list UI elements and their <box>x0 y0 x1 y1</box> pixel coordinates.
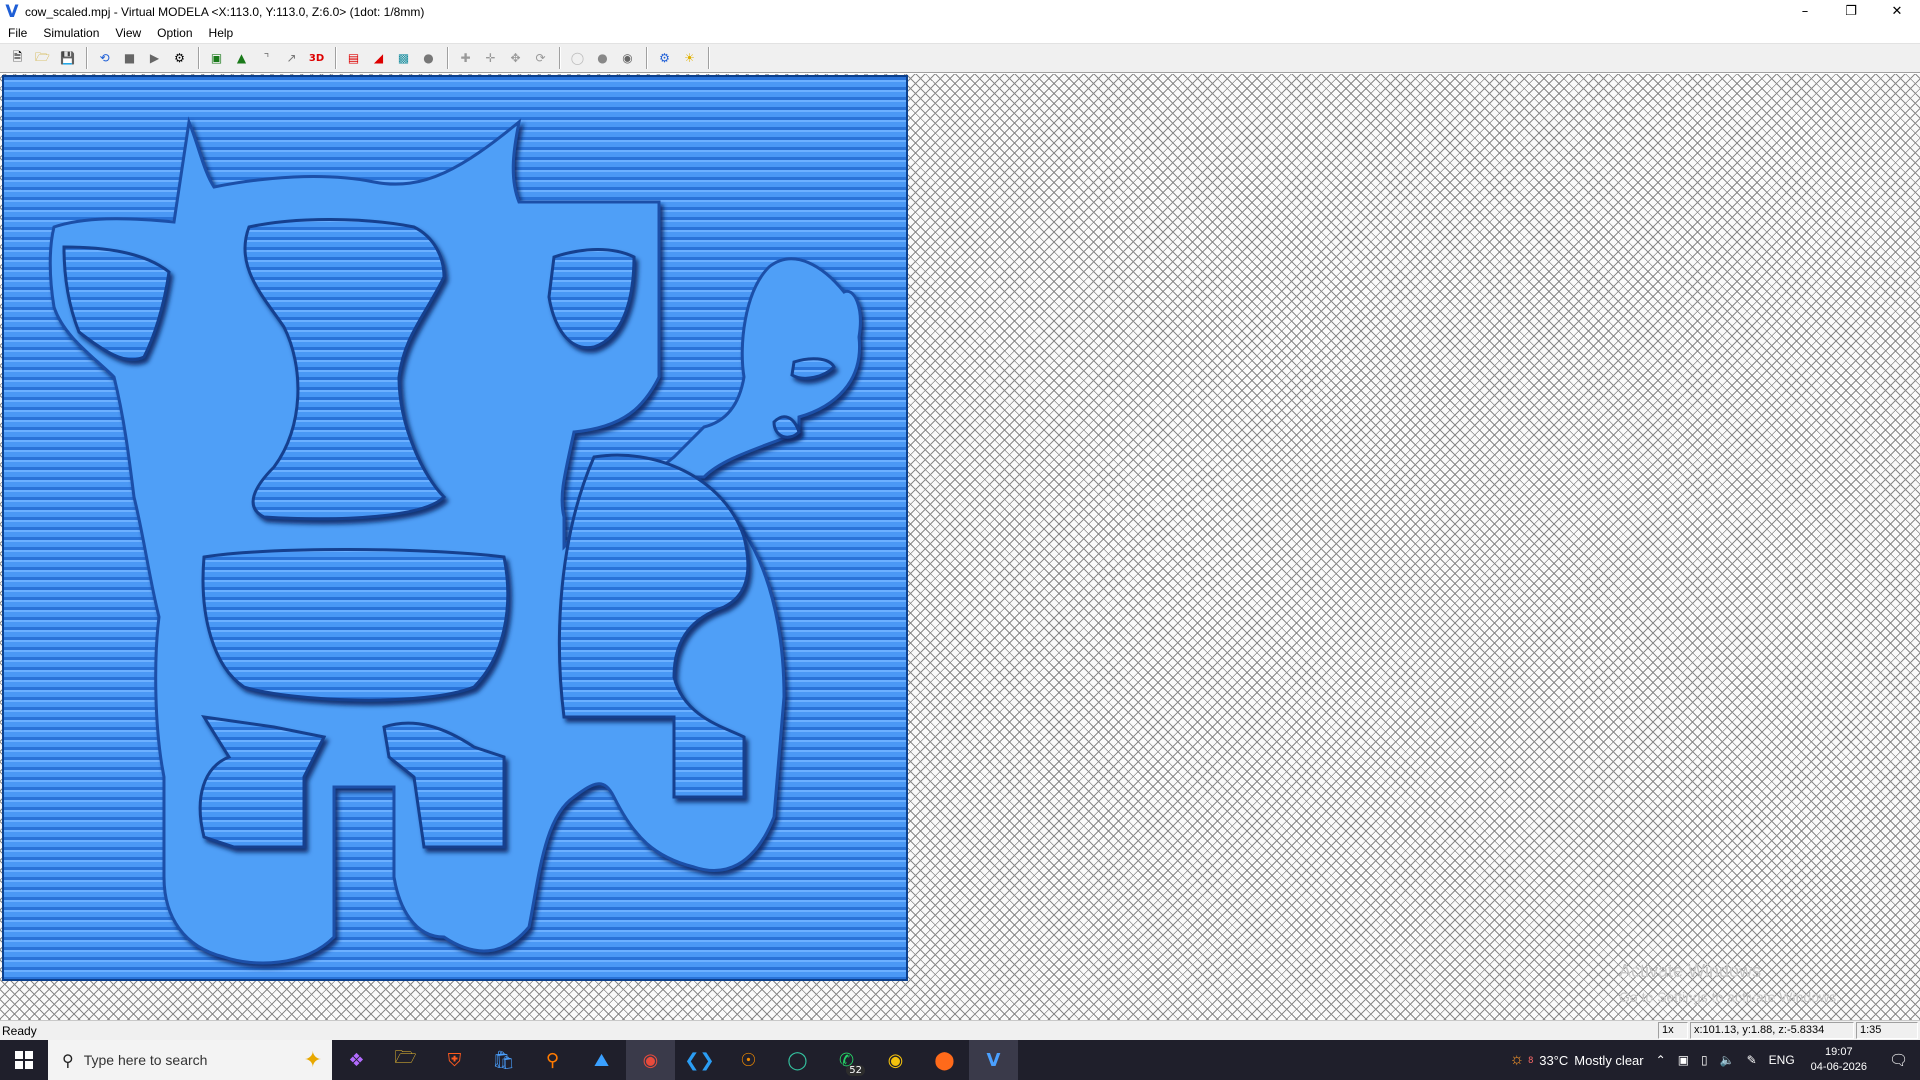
language-indicator[interactable]: ENG <box>1763 1053 1801 1067</box>
edge-icon[interactable]: ◯ <box>773 1040 822 1080</box>
reload-icon[interactable]: ⟲ <box>93 47 116 70</box>
weather-text: Mostly clear <box>1574 1052 1644 1068</box>
clock[interactable]: 19:07 04-06-2026 <box>1801 1045 1877 1075</box>
whatsapp-icon[interactable]: ✆ 52 <box>822 1040 871 1080</box>
minimize-button[interactable]: – <box>1782 0 1828 23</box>
settings-icon[interactable]: ⚙ <box>653 47 676 70</box>
photos-icon[interactable]: ⛰ <box>577 1040 626 1080</box>
status-bar: Ready 1x x:101.13, y:1.88, z:-5.8334 1:3… <box>0 1020 1920 1040</box>
view-top-icon[interactable]: ▣ <box>205 47 228 70</box>
3d-view-icon[interactable]: 3D <box>305 47 328 70</box>
menu-option[interactable]: Option <box>149 23 200 43</box>
search-app-icon[interactable]: ⚲ <box>528 1040 577 1080</box>
watermark-line1: Activate Windows <box>1619 961 1762 981</box>
color-icon[interactable]: ◢ <box>367 47 390 70</box>
blender-icon[interactable]: ☉ <box>724 1040 773 1080</box>
taskbar: ⚲ Type here to search ✦ ❖ 🗁 ⛨ 🛍 ⚲ ⛰ ◉ ❮❯… <box>0 1040 1920 1080</box>
search-icon: ⚲ <box>62 1050 74 1070</box>
model-3d-view[interactable] <box>2 75 908 981</box>
pen-icon[interactable]: ✎ <box>1741 1053 1763 1067</box>
workspace[interactable]: Activate Windows Go to Settings to activ… <box>0 74 1920 1020</box>
step-icon[interactable]: ⚙ <box>168 47 191 70</box>
file-explorer-icon[interactable]: 🗁 <box>381 1040 430 1080</box>
weather-icon: ☼ <box>1509 1051 1525 1068</box>
stop-icon[interactable]: ■ <box>118 47 141 70</box>
cow-leg-spot-left <box>198 715 327 849</box>
light3-icon[interactable]: ◉ <box>616 47 639 70</box>
weather-temp: 33°C <box>1539 1052 1569 1068</box>
close-button[interactable]: ✕ <box>1874 0 1920 23</box>
restore-button[interactable]: ❐ <box>1828 0 1874 23</box>
sun-icon[interactable]: ☀ <box>678 47 701 70</box>
menu-file[interactable]: File <box>0 23 35 43</box>
start-button[interactable] <box>0 1040 48 1080</box>
fit-icon[interactable]: ▩ <box>392 47 415 70</box>
path2-icon[interactable]: ↗ <box>280 47 303 70</box>
clock-time: 19:07 <box>1825 1046 1853 1058</box>
menu-bar: File Simulation View Option Help <box>0 23 1920 43</box>
path-icon[interactable]: ⌝ <box>255 47 278 70</box>
status-text: Ready <box>2 1024 37 1038</box>
chrome-icon[interactable]: ◉ <box>871 1040 920 1080</box>
section-icon[interactable]: ▤ <box>342 47 365 70</box>
system-tray: ☼ 8 33°C Mostly clear ⌃ ▣ ▯ 🔈 ✎ ENG 19:0… <box>1504 1040 1920 1080</box>
zoom-out-icon[interactable]: ✛ <box>479 47 502 70</box>
status-zoom: 1x <box>1658 1022 1688 1039</box>
menu-simulation[interactable]: Simulation <box>35 23 107 43</box>
toolbar: 🗎 🗁 💾 ⟲ ■ ▶ ⚙ ▣ ▲ ⌝ ↗ 3D ▤ ◢ ▩ ● ✚ ✛ ✥ ⟳… <box>0 43 1920 73</box>
sphere-icon[interactable]: ● <box>417 47 440 70</box>
light2-icon[interactable]: ● <box>591 47 614 70</box>
meet-now-icon[interactable]: ▣ <box>1672 1053 1695 1067</box>
save-icon[interactable]: 💾 <box>56 47 79 70</box>
store-icon[interactable]: 🛍 <box>479 1040 528 1080</box>
status-scale: 1:35 <box>1856 1022 1918 1039</box>
cow-model-render <box>4 77 906 979</box>
weather-badge: 8 <box>1528 1055 1534 1065</box>
menu-view[interactable]: View <box>107 23 149 43</box>
orange-app-icon[interactable]: ⬤ <box>920 1040 969 1080</box>
taskbar-search[interactable]: ⚲ Type here to search ✦ <box>48 1040 332 1080</box>
view-side-icon[interactable]: ▲ <box>230 47 253 70</box>
open-icon[interactable]: 🗁 <box>31 47 54 70</box>
cow-belly-spot <box>201 548 510 702</box>
status-coords: x:101.13, y:1.88, z:-5.8334 <box>1690 1022 1854 1039</box>
menu-help[interactable]: Help <box>201 23 242 43</box>
new-icon[interactable]: 🗎 <box>6 47 29 70</box>
volume-icon[interactable]: 🔈 <box>1714 1053 1741 1067</box>
network-icon[interactable]: ▯ <box>1695 1053 1714 1067</box>
search-placeholder: Type here to search <box>83 1052 208 1068</box>
light1-icon[interactable]: ◯ <box>566 47 589 70</box>
clock-date: 04-06-2026 <box>1810 1061 1867 1073</box>
virtual-modela-logo-icon: V <box>5 1 19 22</box>
search-highlight-icon: ✦ <box>303 1047 322 1072</box>
vscode-icon[interactable]: ❮❯ <box>675 1040 724 1080</box>
pan-icon[interactable]: ✥ <box>504 47 527 70</box>
notifications-icon[interactable]: 🗨 <box>1877 1051 1920 1069</box>
rotate-icon[interactable]: ⟳ <box>529 47 552 70</box>
brave-icon[interactable]: ⛨ <box>430 1040 479 1080</box>
virtual-modela-taskbar-icon[interactable]: V <box>969 1040 1018 1080</box>
windows-icon <box>15 1051 33 1069</box>
play-icon[interactable]: ▶ <box>143 47 166 70</box>
watermark-line2: Go to Settings to activate Windows. <box>1619 989 1840 1005</box>
zoom-in-icon[interactable]: ✚ <box>454 47 477 70</box>
copilot-icon[interactable]: ❖ <box>332 1040 381 1080</box>
title-bar: V cow_scaled.mpj - Virtual MODELA <X:113… <box>0 0 1920 23</box>
activate-windows-watermark: Activate Windows Go to Settings to activ… <box>1619 958 1840 1010</box>
window-title: cow_scaled.mpj - Virtual MODELA <X:113.0… <box>25 4 425 19</box>
whatsapp-badge: 52 <box>846 1065 865 1076</box>
weather-widget[interactable]: ☼ 8 33°C Mostly clear <box>1504 1051 1650 1069</box>
chrome-profile-icon[interactable]: ◉ <box>626 1040 675 1080</box>
show-hidden-icons[interactable]: ⌃ <box>1650 1053 1672 1067</box>
